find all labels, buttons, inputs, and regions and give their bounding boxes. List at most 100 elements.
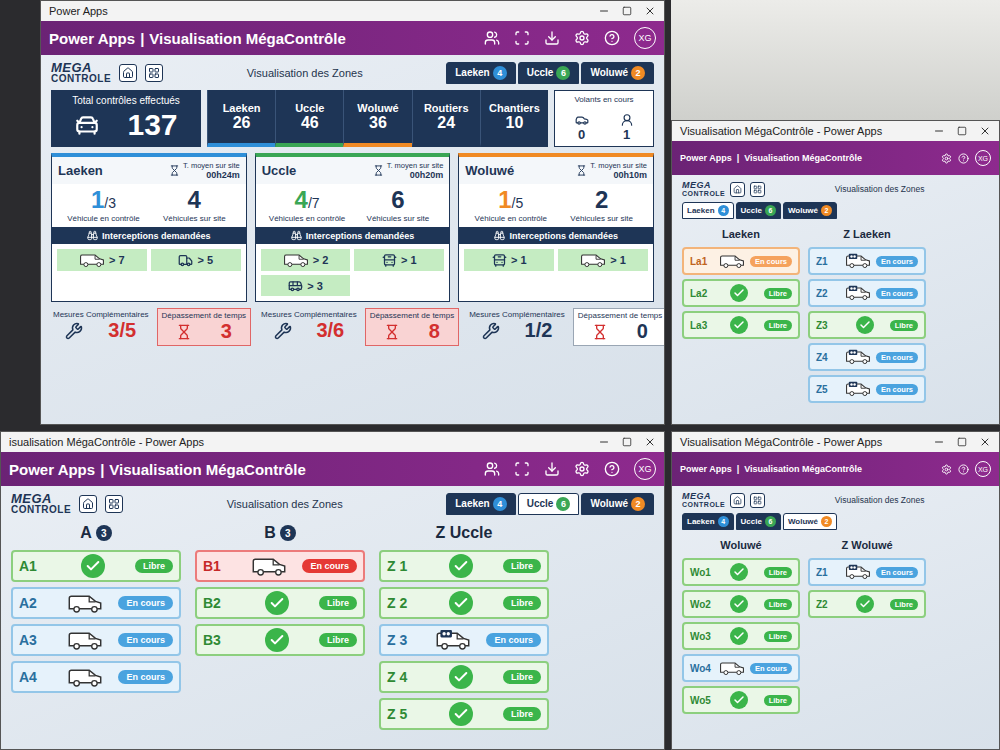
zone-slot[interactable]: La3Libre: [682, 311, 800, 339]
close-icon[interactable]: [644, 436, 656, 448]
settings-icon[interactable]: [574, 30, 590, 46]
settings-icon[interactable]: [941, 153, 952, 164]
zone-slot[interactable]: Z2Libre: [808, 590, 926, 618]
zone-tab[interactable]: Uccle6: [736, 513, 781, 530]
maximize-icon[interactable]: [957, 126, 967, 136]
fit-screen-icon[interactable]: [514, 461, 530, 477]
zone-slot[interactable]: Z 1Libre: [379, 550, 549, 582]
zone-tab[interactable]: Laeken4: [446, 62, 515, 84]
zone-tab[interactable]: Woluwé2: [783, 202, 837, 219]
average-time: T. moyen sur site00h20m: [373, 161, 444, 180]
user-avatar[interactable]: XG: [634, 27, 656, 49]
teams-icon[interactable]: [484, 461, 500, 477]
help-icon[interactable]: [604, 30, 620, 46]
zone-tab[interactable]: Uccle6: [518, 62, 580, 84]
zone-slot[interactable]: Z3Libre: [808, 311, 926, 339]
home-button[interactable]: [119, 64, 137, 82]
zone-tab[interactable]: Woluwé2: [783, 513, 837, 530]
maximize-icon[interactable]: [957, 437, 967, 447]
zone-tab[interactable]: Woluwé2: [581, 62, 654, 84]
mega-controle-logo: MEGACONTROLE: [682, 492, 725, 508]
zone-tab[interactable]: Laeken4: [682, 513, 734, 530]
zone-slot[interactable]: Wo4En cours: [682, 654, 800, 682]
window-controls: [598, 436, 656, 448]
zone-tab[interactable]: Uccle6: [518, 493, 580, 515]
help-icon[interactable]: [604, 461, 620, 477]
home-button[interactable]: [730, 493, 745, 508]
zone-slot[interactable]: B3Libre: [195, 624, 365, 656]
intercept-van-icon: [845, 349, 871, 365]
zone-slot[interactable]: Z 3En cours: [379, 624, 549, 656]
zone-slot[interactable]: B2Libre: [195, 587, 365, 619]
teams-icon[interactable]: [484, 30, 500, 46]
zone-slot[interactable]: Z2En cours: [808, 279, 926, 307]
download-icon[interactable]: [544, 461, 560, 477]
van-icon: [719, 253, 745, 269]
close-icon[interactable]: [644, 5, 656, 17]
zone-slot[interactable]: B1En cours: [195, 550, 365, 582]
measures-box: Mesures Complémentaires3/5: [51, 308, 151, 346]
interception-chip: > 1: [354, 249, 444, 271]
zone-slot[interactable]: Wo3Libre: [682, 622, 800, 650]
minimize-icon[interactable]: [933, 436, 945, 448]
settings-icon[interactable]: [941, 464, 952, 475]
zone-slot[interactable]: A2En cours: [11, 587, 181, 619]
zone-tab[interactable]: Uccle6: [736, 202, 781, 219]
zone-tab[interactable]: Woluwé2: [581, 493, 654, 515]
zone-slot[interactable]: Z 4Libre: [379, 661, 549, 693]
settings-icon[interactable]: [574, 461, 590, 477]
zones-button[interactable]: [105, 495, 123, 513]
app-bar-actions: XG: [484, 458, 656, 480]
minimize-icon[interactable]: [598, 5, 610, 17]
zone-slot[interactable]: Wo1Libre: [682, 558, 800, 586]
maximize-icon[interactable]: [622, 437, 632, 447]
help-icon[interactable]: [958, 464, 969, 475]
download-icon[interactable]: [544, 30, 560, 46]
slot-column: WoluwéWo1LibreWo2LibreWo3LibreWo4En cour…: [682, 536, 800, 714]
tab-badge: 6: [765, 516, 776, 527]
mega-controle-logo: MEGACONTROLE: [51, 61, 111, 84]
zone-tab[interactable]: Laeken4: [682, 202, 734, 219]
hourglass-icon: [169, 165, 180, 176]
column-title: Laeken: [682, 225, 800, 243]
close-icon[interactable]: [979, 436, 991, 448]
zone-slot[interactable]: A3En cours: [11, 624, 181, 656]
zone-slot[interactable]: Z1En cours: [808, 247, 926, 275]
zone-slot[interactable]: Z 5Libre: [379, 698, 549, 730]
car-icon: [575, 113, 589, 127]
zone-slot[interactable]: Wo2Libre: [682, 590, 800, 618]
zone-slot[interactable]: La1En cours: [682, 247, 800, 275]
zone-slot[interactable]: Z5En cours: [808, 375, 926, 403]
hourglass-icon: [576, 165, 587, 176]
zones-button[interactable]: [750, 493, 765, 508]
check-icon: [730, 316, 748, 334]
zone-slot[interactable]: La2Libre: [682, 279, 800, 307]
home-button[interactable]: [79, 495, 97, 513]
fit-screen-icon[interactable]: [514, 30, 530, 46]
zone-slot[interactable]: Wo5Libre: [682, 686, 800, 714]
close-icon[interactable]: [979, 125, 991, 137]
help-icon[interactable]: [958, 153, 969, 164]
home-button[interactable]: [730, 182, 745, 197]
zone-slot[interactable]: Z1En cours: [808, 558, 926, 586]
zones-button[interactable]: [750, 182, 765, 197]
zone-totals: Laeken26Uccle46Woluwé36Routiers24Chantie…: [207, 90, 548, 147]
zone-tab[interactable]: Laeken4: [446, 493, 515, 515]
user-avatar[interactable]: XG: [634, 458, 656, 480]
zones-button[interactable]: [145, 64, 163, 82]
zone-slot[interactable]: A1Libre: [11, 550, 181, 582]
maximize-icon[interactable]: [622, 6, 632, 16]
zone-slot[interactable]: Z 2Libre: [379, 587, 549, 619]
binoculars-icon: [494, 230, 505, 241]
zone-slot[interactable]: A4En cours: [11, 661, 181, 693]
zone-total: Uccle46: [275, 90, 343, 147]
user-avatar[interactable]: XG: [975, 150, 991, 166]
column-badge: 3: [280, 525, 296, 541]
user-avatar[interactable]: XG: [975, 461, 991, 477]
zone-slot[interactable]: Z4En cours: [808, 343, 926, 371]
minimize-icon[interactable]: [933, 125, 945, 137]
measures-box: Mesures Complémentaires1/2: [467, 308, 567, 346]
status-pill: Libre: [764, 567, 792, 578]
tab-badge: 4: [718, 205, 729, 216]
minimize-icon[interactable]: [598, 436, 610, 448]
